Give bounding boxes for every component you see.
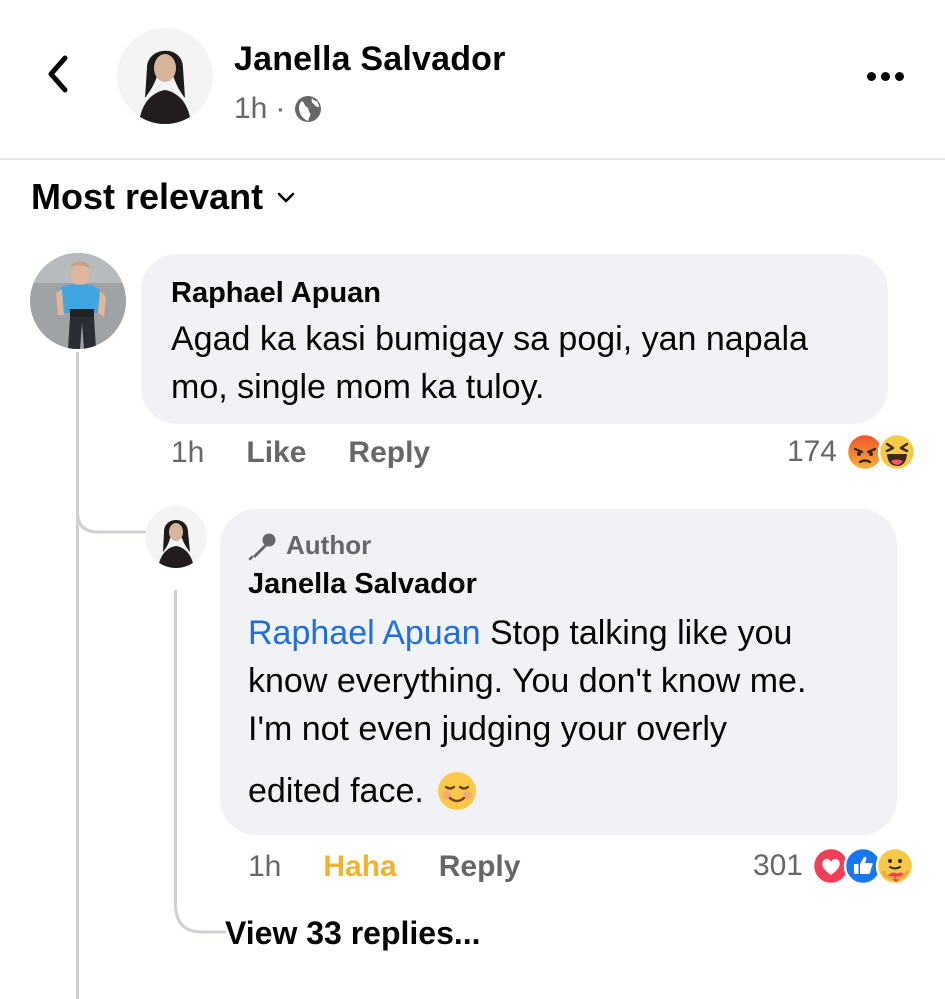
author-badge: Author: [248, 530, 371, 561]
reply-button[interactable]: Reply: [348, 436, 430, 470]
microphone-icon: [248, 533, 276, 560]
globe-icon: [295, 96, 322, 122]
more-options-button[interactable]: [861, 56, 909, 96]
post-header: Janella Salvador 1h ·: [0, 0, 945, 160]
meta-separator: ·: [275, 92, 286, 125]
care-reaction-icon: [875, 846, 915, 886]
back-button[interactable]: [36, 52, 80, 96]
smiling-face-emoji-icon: [437, 772, 476, 810]
comment-sort-dropdown[interactable]: Most relevant: [31, 176, 297, 218]
more-horizontal-icon: [866, 71, 876, 81]
sort-label: Most relevant: [31, 176, 264, 217]
comment-line: know everything. You don't know me.: [248, 662, 807, 700]
comment-line: edited face.: [248, 772, 424, 810]
comment-author[interactable]: Raphael Apuan: [171, 277, 381, 310]
post-time[interactable]: 1h: [234, 92, 267, 126]
mention-link[interactable]: Raphael Apuan: [248, 614, 481, 652]
thread-elbow: [76, 480, 146, 534]
page-title[interactable]: Janella Salvador: [234, 40, 506, 79]
reply-thread-line: [174, 590, 177, 890]
comment-time[interactable]: 1h: [248, 850, 281, 884]
reaction-count: 301: [752, 849, 803, 882]
reaction-summary[interactable]: 174: [787, 432, 917, 472]
reaction-summary[interactable]: 301: [753, 846, 915, 886]
avatar[interactable]: [30, 253, 126, 349]
reply-thread-elbow: [174, 880, 226, 934]
chevron-left-icon: [48, 55, 68, 93]
post-meta: 1h ·: [234, 92, 323, 126]
reply-button[interactable]: Reply: [439, 850, 521, 884]
comment-actions: 1h Like Reply: [171, 436, 430, 470]
comment-text: Raphael Apuan Stop talking like you know…: [248, 609, 806, 815]
comment-actions: 1h Haha Reply: [248, 850, 520, 884]
comment-author[interactable]: Janella Salvador: [248, 568, 477, 601]
avatar[interactable]: [117, 28, 213, 124]
author-badge-label: Author: [286, 530, 372, 560]
reaction-count: 174: [786, 435, 837, 468]
chevron-down-icon: [277, 192, 295, 203]
haha-reaction-icon: [877, 432, 917, 472]
haha-reaction-button[interactable]: Haha: [323, 850, 396, 884]
comment-time[interactable]: 1h: [171, 436, 204, 470]
comment-text: Agad ka kasi bumigay sa pogi, yan napala…: [171, 315, 808, 411]
like-button[interactable]: Like: [246, 436, 306, 470]
comment-line: Stop talking like you: [490, 614, 793, 652]
comment-line: mo, single mom ka tuloy.: [171, 368, 545, 406]
comment-line: I'm not even judging your overly: [248, 710, 727, 748]
comment-line: Agad ka kasi bumigay sa pogi, yan napala: [171, 320, 808, 358]
view-replies-link[interactable]: View 33 replies...: [225, 915, 481, 952]
thread-line: [76, 352, 79, 999]
avatar[interactable]: [145, 506, 207, 568]
